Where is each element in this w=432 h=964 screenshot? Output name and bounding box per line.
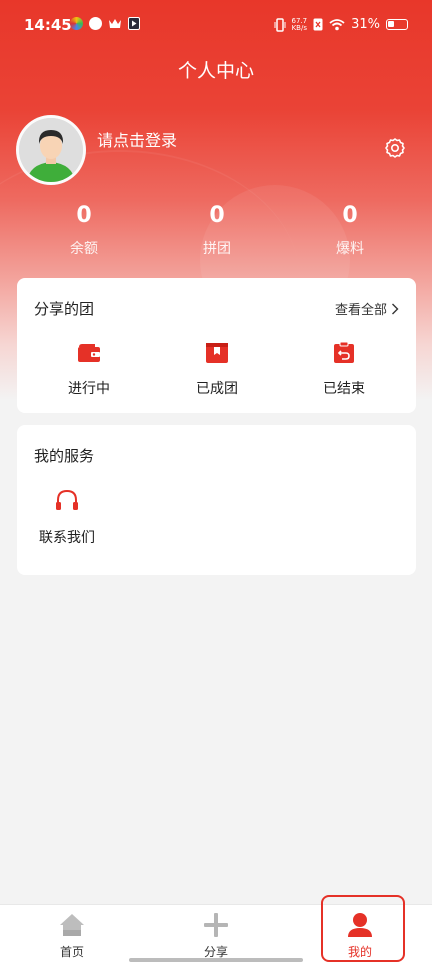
app-notification-icon xyxy=(70,17,83,30)
home-indicator[interactable] xyxy=(129,958,303,962)
page-title: 个人中心 xyxy=(177,60,254,82)
view-all-label: 查看全部 xyxy=(334,303,387,318)
service-label: 联系我们 xyxy=(39,530,95,546)
plus-icon xyxy=(204,913,228,937)
status-bar: 14:45 67.7 KB/s 31% xyxy=(0,0,432,52)
settings-gear-icon[interactable] xyxy=(383,136,407,160)
stat-label: 爆料 xyxy=(336,241,364,257)
status-label: 已成团 xyxy=(196,381,238,397)
network-speed: 67.7 KB/s xyxy=(291,16,308,32)
tab-label: 首页 xyxy=(59,945,84,959)
avatar[interactable] xyxy=(16,115,86,185)
return-icon xyxy=(334,341,354,363)
active-tab-highlight xyxy=(321,895,405,962)
group-status-formed[interactable]: 已成团 xyxy=(157,340,277,398)
login-prompt[interactable]: 请点击登录 xyxy=(97,127,177,151)
app-notification-icon xyxy=(89,17,102,30)
card-title: 我的服务 xyxy=(34,447,95,465)
contact-us-item[interactable]: 联系我们 xyxy=(37,487,97,547)
status-time: 14:45 xyxy=(24,16,72,34)
chevron-right-icon xyxy=(392,303,399,314)
vibrate-icon xyxy=(274,17,285,32)
view-all-link[interactable]: 查看全部 xyxy=(335,299,399,318)
default-avatar-icon xyxy=(19,118,83,182)
system-status-icons: 67.7 KB/s 31% xyxy=(274,16,408,32)
tab-share[interactable]: 分享 xyxy=(171,911,261,960)
status-label: 进行中 xyxy=(68,381,110,397)
shared-groups-card: 分享的团 查看全部 进行中 已成团 已结束 xyxy=(17,278,416,413)
battery-icon xyxy=(386,19,408,30)
card-title: 分享的团 xyxy=(34,300,95,318)
headset-icon xyxy=(56,489,78,510)
stat-value: 0 xyxy=(76,203,92,228)
home-icon xyxy=(60,914,84,936)
stat-group-buy[interactable]: 0 拼团 xyxy=(157,203,277,258)
group-status-in-progress[interactable]: 进行中 xyxy=(29,340,149,398)
stat-tips[interactable]: 0 爆料 xyxy=(290,203,410,258)
box-icon xyxy=(206,343,228,363)
tab-home[interactable]: 首页 xyxy=(27,911,117,960)
stat-balance[interactable]: 0 余额 xyxy=(24,203,144,258)
group-status-ended[interactable]: 已结束 xyxy=(284,340,404,398)
status-label: 已结束 xyxy=(323,381,365,397)
wifi-icon xyxy=(329,19,345,31)
no-sim-icon xyxy=(313,18,323,31)
stat-value: 0 xyxy=(209,203,225,228)
play-store-icon xyxy=(128,17,140,30)
services-card: 我的服务 联系我们 xyxy=(17,425,416,575)
stat-label: 拼团 xyxy=(203,241,231,257)
stat-value: 0 xyxy=(342,203,358,228)
stat-label: 余额 xyxy=(70,241,98,257)
crown-icon xyxy=(109,19,121,28)
wallet-icon xyxy=(78,344,100,362)
notification-icons xyxy=(70,17,140,30)
battery-percent: 31% xyxy=(351,17,380,32)
